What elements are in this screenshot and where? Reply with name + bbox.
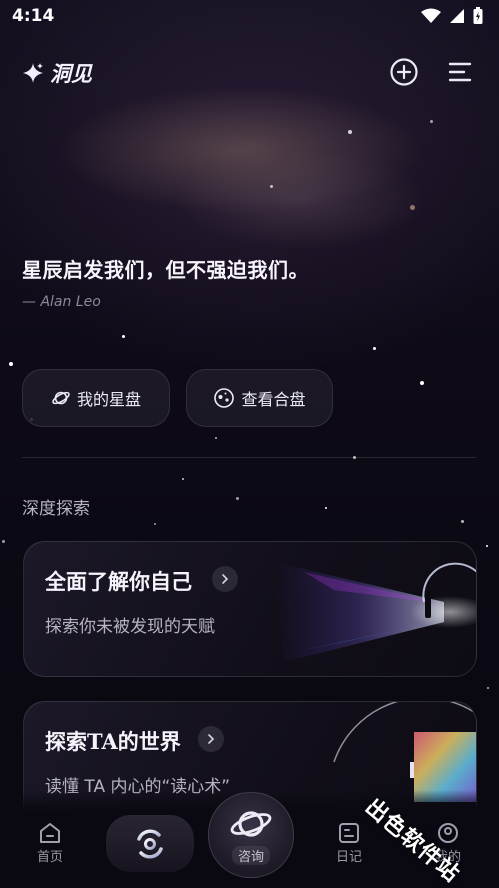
app-name: 洞见 xyxy=(50,62,92,86)
explore-self-card[interactable]: 全面了解你自己 探索你未被发现的天赋 xyxy=(23,541,477,677)
status-time: 4:14 xyxy=(12,6,55,26)
chevron-right-icon xyxy=(212,566,238,592)
app-header: 洞见 xyxy=(0,52,499,92)
sparkle-icon xyxy=(23,63,43,83)
synastry-icon xyxy=(214,388,235,408)
planet-icon xyxy=(52,391,70,405)
card-title: 探索TA的世界 xyxy=(45,729,181,754)
nav-home-label: 首页 xyxy=(36,850,63,865)
my-chart-button[interactable]: 我的星盘 xyxy=(22,369,170,427)
planet-chat-icon xyxy=(230,810,272,837)
battery-icon xyxy=(473,7,483,24)
quote-author: — Alan Leo xyxy=(22,294,101,310)
nav-diary[interactable]: 日记 xyxy=(319,822,379,865)
section-divider xyxy=(22,457,476,458)
consult-label: 咨询 xyxy=(231,845,270,865)
nav-home[interactable]: 首页 xyxy=(20,822,80,865)
my-chart-label: 我的星盘 xyxy=(76,390,141,409)
card-subtitle: 探索你未被发现的天赋 xyxy=(45,617,215,637)
chevron-right-icon xyxy=(198,726,224,752)
card-title: 全面了解你自己 xyxy=(45,569,192,594)
section-title: 深度探索 xyxy=(22,499,90,519)
nav-discover[interactable] xyxy=(106,815,194,872)
add-button[interactable] xyxy=(388,56,420,88)
nav-diary-label: 日记 xyxy=(335,850,362,865)
status-bar: 4:14 xyxy=(0,0,499,34)
view-synastry-button[interactable]: 查看合盘 xyxy=(186,369,333,427)
menu-icon xyxy=(448,62,472,82)
card-illustration-portal xyxy=(274,562,476,662)
wifi-icon xyxy=(421,8,441,23)
app-logo: 洞见 xyxy=(22,58,92,88)
plus-circle-icon xyxy=(390,58,418,86)
orbit-icon xyxy=(137,828,163,859)
diary-icon xyxy=(339,823,359,843)
signal-icon xyxy=(450,9,464,23)
menu-button[interactable] xyxy=(444,56,476,88)
view-synastry-label: 查看合盘 xyxy=(241,390,306,409)
consult-button[interactable]: 咨询 xyxy=(208,792,294,878)
quote-text: 星辰启发我们，但不强迫我们。 xyxy=(22,258,309,282)
status-icons xyxy=(421,7,483,25)
home-icon xyxy=(40,823,60,843)
